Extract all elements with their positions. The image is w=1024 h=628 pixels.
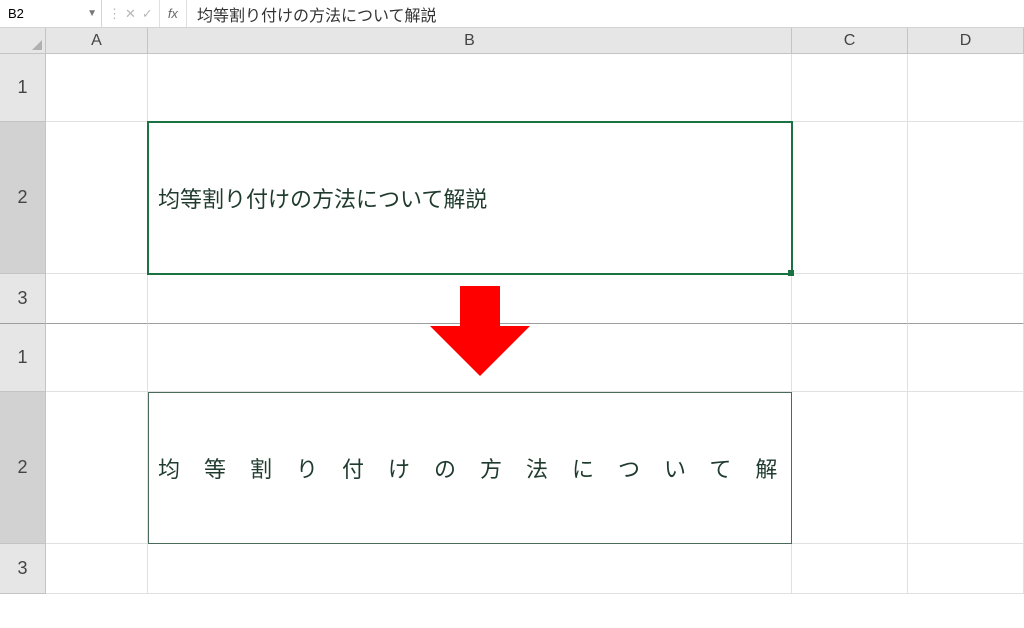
name-box-value: B2 — [8, 6, 24, 21]
table-row: 2 均等割り付けの方法について解説 — [0, 122, 1024, 274]
cell-A1[interactable] — [46, 54, 148, 122]
column-header-B[interactable]: B — [148, 28, 792, 54]
cell-B1[interactable] — [148, 54, 792, 122]
table-row: 3 — [0, 274, 1024, 324]
cell-C2[interactable] — [792, 122, 908, 274]
column-headers: A B C D — [0, 28, 1024, 54]
formula-bar: B2 ▼ ⋮ ✕ ✓ fx 均等割り付けの方法について解説 — [0, 0, 1024, 28]
cell-A1-b[interactable] — [46, 324, 148, 392]
cell-D1[interactable] — [908, 54, 1024, 122]
cell-A2-b[interactable] — [46, 392, 148, 544]
select-all-corner[interactable] — [0, 28, 46, 54]
cell-B3[interactable] — [148, 274, 792, 324]
cell-D2-b[interactable] — [908, 392, 1024, 544]
fx-label[interactable]: fx — [160, 0, 187, 27]
cell-C2-b[interactable] — [792, 392, 908, 544]
cell-D2[interactable] — [908, 122, 1024, 274]
cancel-icon[interactable]: ✕ — [125, 6, 136, 22]
table-row: 1 — [0, 324, 1024, 392]
cell-D3[interactable] — [908, 274, 1024, 324]
cell-A3-b[interactable] — [46, 544, 148, 594]
cell-D3-b[interactable] — [908, 544, 1024, 594]
formula-input[interactable]: 均等割り付けの方法について解説 — [187, 0, 1024, 27]
spreadsheet: A B C D 1 2 均等割り付けの方法について解説 3 1 2 — [0, 28, 1024, 594]
column-header-C[interactable]: C — [792, 28, 908, 54]
confirm-icon[interactable]: ✓ — [142, 6, 153, 22]
table-row: 2 均等割り付けの方法について解説 — [0, 392, 1024, 544]
column-header-D[interactable]: D — [908, 28, 1024, 54]
cell-text-distributed: 均等割り付けの方法について解説 — [158, 452, 781, 484]
row-header[interactable]: 3 — [0, 544, 46, 594]
dots-icon: ⋮ — [108, 6, 119, 22]
cell-C3-b[interactable] — [792, 544, 908, 594]
cell-B2-b[interactable]: 均等割り付けの方法について解説 — [148, 392, 792, 544]
formula-bar-buttons: ⋮ ✕ ✓ — [102, 0, 160, 27]
row-header[interactable]: 2 — [0, 122, 46, 274]
cell-D1-b[interactable] — [908, 324, 1024, 392]
cell-C1-b[interactable] — [792, 324, 908, 392]
cell-B3-b[interactable] — [148, 544, 792, 594]
table-row: 1 — [0, 54, 1024, 122]
name-box[interactable]: B2 ▼ — [0, 0, 102, 27]
row-header[interactable]: 3 — [0, 274, 46, 324]
cell-A3[interactable] — [46, 274, 148, 324]
row-header[interactable]: 1 — [0, 54, 46, 122]
column-header-A[interactable]: A — [46, 28, 148, 54]
row-header[interactable]: 2 — [0, 392, 46, 544]
cell-C3[interactable] — [792, 274, 908, 324]
table-row: 3 — [0, 544, 1024, 594]
cell-B2[interactable]: 均等割り付けの方法について解説 — [148, 122, 792, 274]
cell-C1[interactable] — [792, 54, 908, 122]
cell-text: 均等割り付けの方法について解説 — [158, 182, 487, 214]
chevron-down-icon[interactable]: ▼ — [87, 8, 97, 19]
cell-B1-b[interactable] — [148, 324, 792, 392]
row-header[interactable]: 1 — [0, 324, 46, 392]
cell-A2[interactable] — [46, 122, 148, 274]
